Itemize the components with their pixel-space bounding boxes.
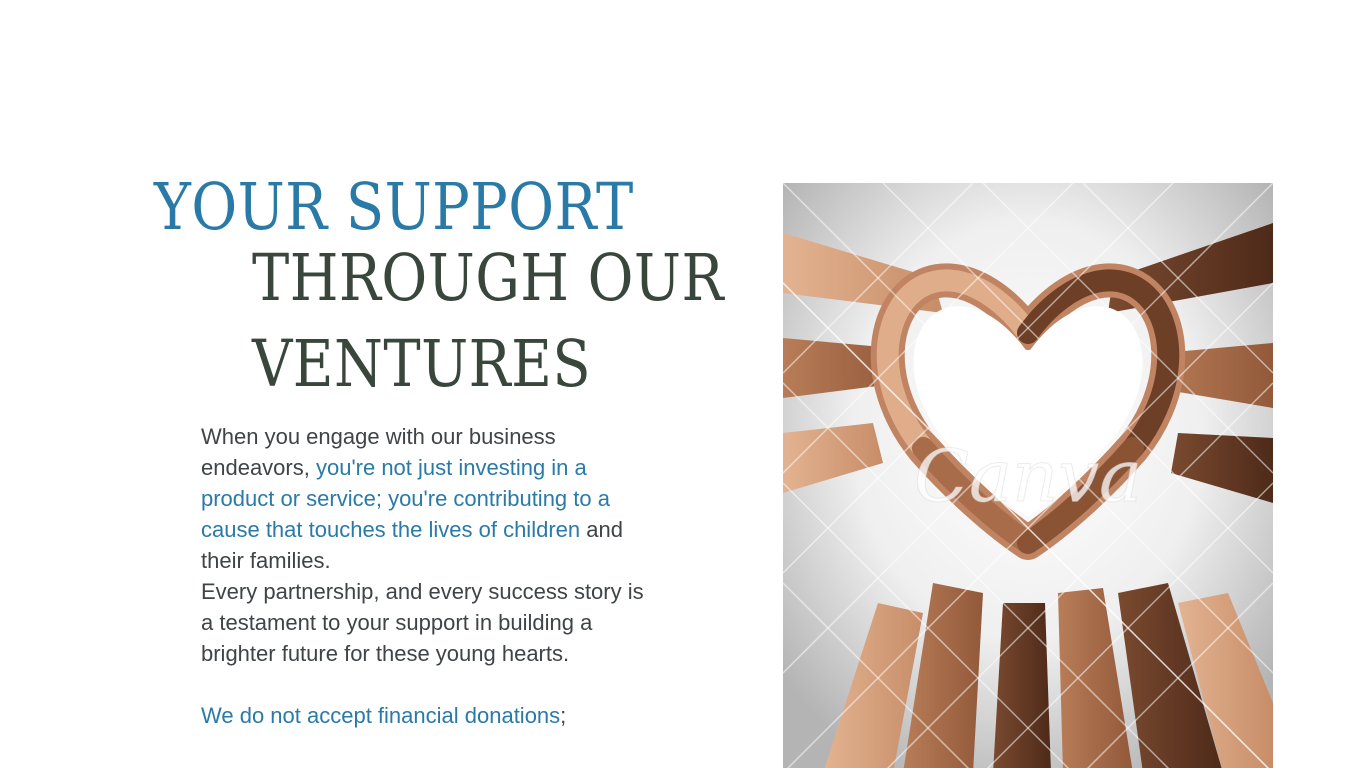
heading-line-through-our: THROUGH OUR [252,241,724,316]
paragraph-donations-punctuation: ; [560,703,567,728]
hands-heart-photo: Canva [783,183,1273,768]
hands-heart-illustration: Canva [783,183,1273,768]
paragraph-donations-highlight: We do not accept financial donations [201,703,561,728]
heading-line-your-support: YOUR SUPPORT [154,170,634,245]
slide-page: YOUR SUPPORT THROUGH OUR VENTURES When y… [0,0,1366,768]
canva-watermark: Canva [914,434,1142,518]
paragraph-donations: We do not accept financial donations; [201,700,651,731]
paragraph-partnership: Every partnership, and every success sto… [201,579,644,666]
heading-line-ventures: VENTURES [252,327,592,402]
body-text: When you engage with our business endeav… [201,421,651,731]
paragraph-engagement: When you engage with our business endeav… [201,421,651,576]
